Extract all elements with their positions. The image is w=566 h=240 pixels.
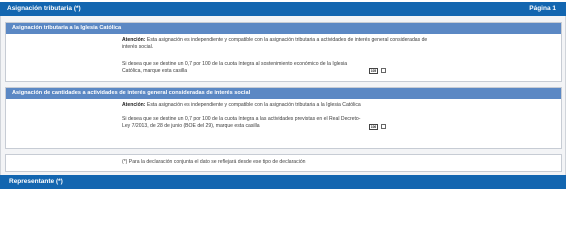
church-allocation-checkbox[interactable] (381, 68, 386, 73)
footnote-panel: (*) Para la declaración conjunta el dato… (5, 154, 562, 172)
social-attention-note: Atención: Esta asignación es independien… (122, 102, 442, 109)
joint-declaration-footnote: (*) Para la declaración conjunta el dato… (122, 159, 306, 165)
form-frame: Asignación tributaria a la Iglesia Catól… (0, 16, 566, 175)
section-header-bar: Asignación tributaria (*) Página 1 (0, 2, 566, 16)
social-allocation-panel: Asignación de cantidades a actividades d… (5, 87, 562, 149)
page-indicator: Página 1 (529, 5, 556, 12)
social-question: Si desea que se destine un 0,7 por 100 d… (122, 116, 361, 129)
church-allocation-title: Asignación tributaria a la Iglesia Catól… (6, 23, 561, 34)
social-allocation-title: Asignación de cantidades a actividades d… (6, 88, 561, 99)
social-allocation-checkbox[interactable] (381, 124, 386, 129)
attention-text: Esta asignación es independiente y compa… (145, 102, 361, 108)
box-105-label: 105 (369, 68, 378, 74)
box-106-label: 106 (369, 124, 378, 130)
representative-title: Representante (*) (9, 178, 63, 185)
church-attention-note: Atención: Esta asignación es independien… (122, 37, 442, 51)
section-title: Asignación tributaria (*) (7, 5, 81, 12)
attention-text: Esta asignación es independiente y compa… (122, 37, 428, 50)
attention-label: Atención: (122, 102, 146, 108)
representative-section-bar[interactable]: Representante (*) (0, 175, 566, 189)
church-allocation-panel: Asignación tributaria a la Iglesia Catól… (5, 22, 562, 82)
attention-label: Atención: (122, 37, 146, 43)
church-question: Si desea que se destine un 0,7 por 100 d… (122, 61, 348, 74)
